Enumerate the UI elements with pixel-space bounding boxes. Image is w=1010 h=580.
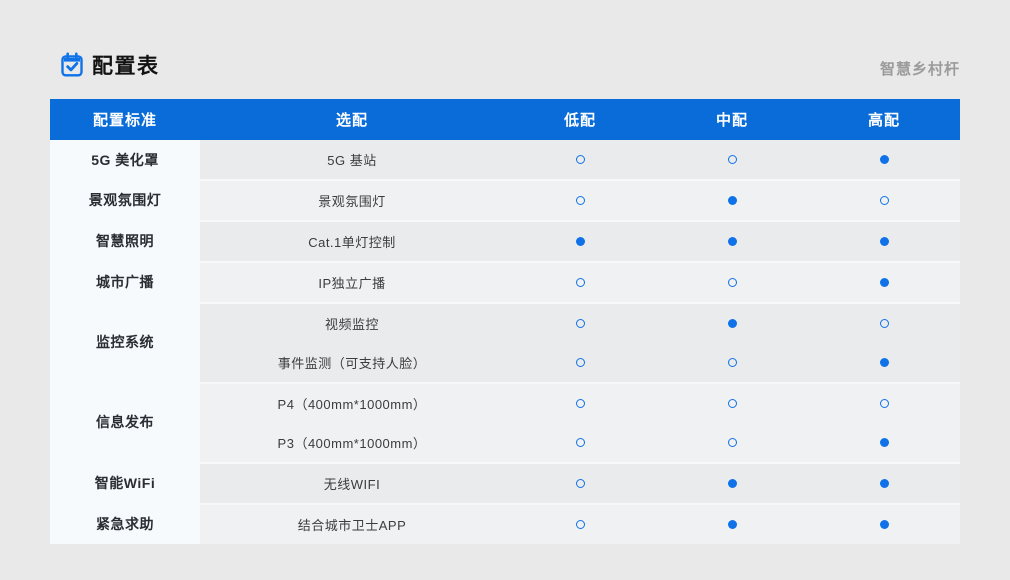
dot-high-filled — [880, 520, 889, 529]
mid-config-cell — [656, 140, 808, 179]
table-row: 5G 美化罩5G 基站 — [50, 140, 960, 179]
option-cell: 视频监控 — [200, 302, 504, 343]
category-cell: 城市广播 — [50, 261, 200, 302]
slide: 配置表 智慧乡村杆 配置标准 选配 低配 中配 高配 5G 美化罩5G 基站景观… — [0, 0, 1010, 580]
dot-mid-filled — [728, 319, 737, 328]
dot-low-empty — [576, 399, 585, 408]
low-config-cell — [504, 179, 656, 220]
dot-mid-empty — [728, 358, 737, 367]
dot-mid-empty — [728, 155, 737, 164]
dot-low-empty — [576, 278, 585, 287]
mid-config-cell — [656, 382, 808, 423]
dot-mid-filled — [728, 196, 737, 205]
option-cell: P3（400mm*1000mm） — [200, 423, 504, 462]
option-cell: P4（400mm*1000mm） — [200, 382, 504, 423]
mid-config-cell — [656, 462, 808, 503]
high-config-cell — [808, 302, 960, 343]
table-row: 智能WiFi无线WIFI — [50, 462, 960, 503]
dot-high-filled — [880, 479, 889, 488]
mid-config-cell — [656, 261, 808, 302]
option-cell: 景观氛围灯 — [200, 179, 504, 220]
table-row: 城市广播IP独立广播 — [50, 261, 960, 302]
category-cell: 5G 美化罩 — [50, 140, 200, 179]
category-cell: 景观氛围灯 — [50, 179, 200, 220]
high-config-cell — [808, 423, 960, 462]
dot-low-empty — [576, 155, 585, 164]
category-cell: 信息发布 — [50, 382, 200, 462]
low-config-cell — [504, 343, 656, 382]
dot-high-empty — [880, 399, 889, 408]
dot-low-empty — [576, 520, 585, 529]
table-header-row: 配置标准 选配 低配 中配 高配 — [50, 99, 960, 140]
dot-mid-filled — [728, 479, 737, 488]
category-cell: 智慧照明 — [50, 220, 200, 261]
dot-mid-filled — [728, 237, 737, 246]
high-config-cell — [808, 462, 960, 503]
option-cell: 5G 基站 — [200, 140, 504, 179]
dot-high-filled — [880, 155, 889, 164]
low-config-cell — [504, 503, 656, 544]
high-config-cell — [808, 140, 960, 179]
calendar-check-icon — [59, 51, 85, 78]
brand-label: 智慧乡村杆 — [880, 58, 960, 79]
dot-high-filled — [880, 237, 889, 246]
low-config-cell — [504, 302, 656, 343]
table-row: 信息发布P4（400mm*1000mm） — [50, 382, 960, 423]
dot-low-empty — [576, 196, 585, 205]
dot-mid-filled — [728, 520, 737, 529]
table-row: 景观氛围灯景观氛围灯 — [50, 179, 960, 220]
mid-config-cell — [656, 302, 808, 343]
mid-config-cell — [656, 220, 808, 261]
high-config-cell — [808, 382, 960, 423]
dot-low-empty — [576, 438, 585, 447]
low-config-cell — [504, 220, 656, 261]
high-config-cell — [808, 343, 960, 382]
option-cell: 结合城市卫士APP — [200, 503, 504, 544]
dot-high-filled — [880, 278, 889, 287]
dot-high-empty — [880, 319, 889, 328]
table-row: 紧急求助结合城市卫士APP — [50, 503, 960, 544]
high-config-cell — [808, 503, 960, 544]
option-cell: IP独立广播 — [200, 261, 504, 302]
mid-config-cell — [656, 503, 808, 544]
low-config-cell — [504, 462, 656, 503]
category-cell: 监控系统 — [50, 302, 200, 382]
dot-low-empty — [576, 358, 585, 367]
config-table: 配置标准 选配 低配 中配 高配 5G 美化罩5G 基站景观氛围灯景观氛围灯智慧… — [50, 99, 960, 544]
high-config-cell — [808, 220, 960, 261]
header-mid-config: 中配 — [656, 99, 808, 140]
mid-config-cell — [656, 179, 808, 220]
dot-high-filled — [880, 438, 889, 447]
dot-low-filled — [576, 237, 585, 246]
table-row: 智慧照明Cat.1单灯控制 — [50, 220, 960, 261]
header-config-standard: 配置标准 — [50, 99, 200, 140]
category-cell: 智能WiFi — [50, 462, 200, 503]
option-cell: 事件监测（可支持人脸） — [200, 343, 504, 382]
high-config-cell — [808, 179, 960, 220]
dot-mid-empty — [728, 278, 737, 287]
header-low-config: 低配 — [504, 99, 656, 140]
page-title: 配置表 — [92, 50, 160, 80]
dot-high-empty — [880, 196, 889, 205]
option-cell: Cat.1单灯控制 — [200, 220, 504, 261]
mid-config-cell — [656, 423, 808, 462]
header-optional: 选配 — [200, 99, 504, 140]
low-config-cell — [504, 423, 656, 462]
dot-low-empty — [576, 319, 585, 328]
table-row: 监控系统视频监控 — [50, 302, 960, 343]
dot-high-filled — [880, 358, 889, 367]
low-config-cell — [504, 261, 656, 302]
mid-config-cell — [656, 343, 808, 382]
low-config-cell — [504, 382, 656, 423]
dot-mid-empty — [728, 438, 737, 447]
dot-mid-empty — [728, 399, 737, 408]
high-config-cell — [808, 261, 960, 302]
low-config-cell — [504, 140, 656, 179]
header-high-config: 高配 — [808, 99, 960, 140]
category-cell: 紧急求助 — [50, 503, 200, 544]
option-cell: 无线WIFI — [200, 462, 504, 503]
dot-low-empty — [576, 479, 585, 488]
